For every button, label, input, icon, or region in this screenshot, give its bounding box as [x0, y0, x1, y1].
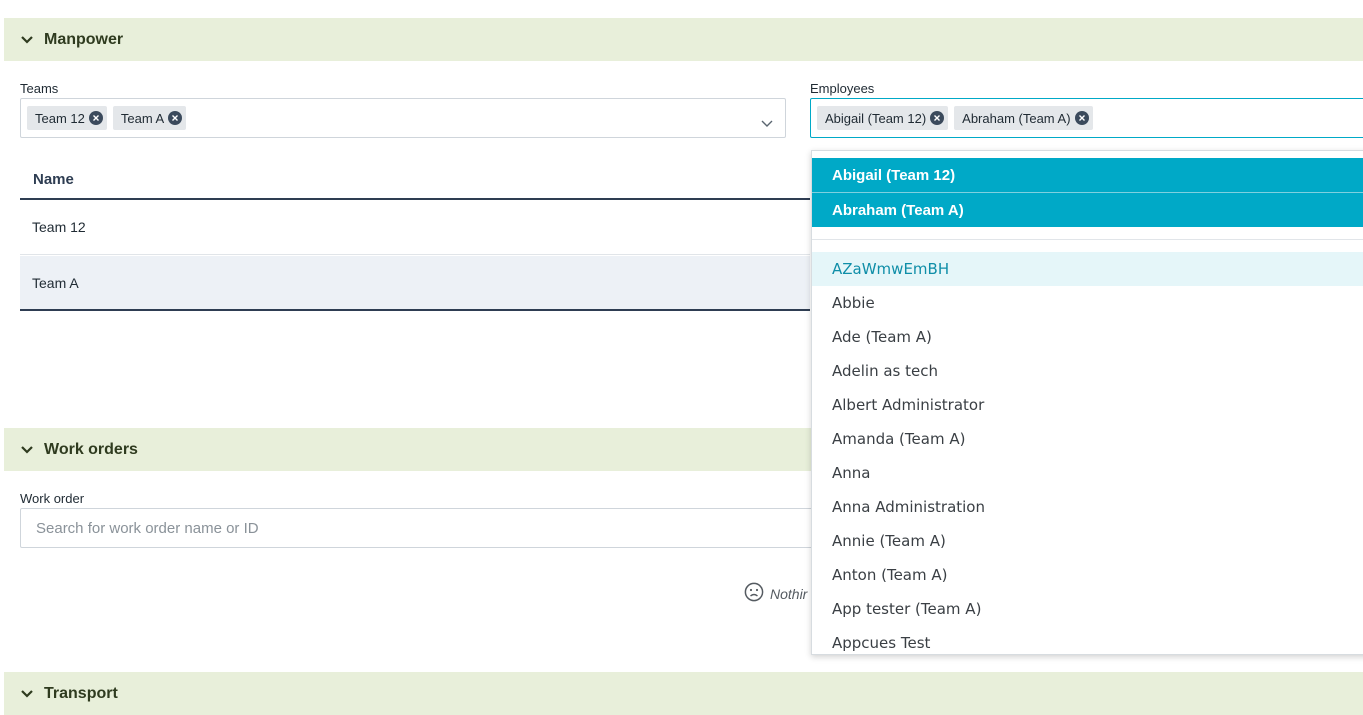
name-column-header[interactable]: Name [20, 160, 810, 200]
row-name: Team A [32, 274, 79, 291]
teams-select[interactable]: Team 12 Team A [20, 98, 786, 138]
remove-chip-icon[interactable] [88, 111, 103, 125]
dropdown-option[interactable]: AZaWmwEmBH [812, 252, 1363, 286]
dropdown-option[interactable]: Adelin as tech [812, 354, 1363, 388]
search-placeholder: Search for work order name or ID [36, 519, 259, 537]
empty-state-text: Nothir [770, 586, 808, 602]
option-label: Anna [832, 464, 871, 482]
option-label: App tester (Team A) [832, 600, 982, 618]
dropdown-option[interactable]: Amanda (Team A) [812, 422, 1363, 456]
chevron-down-icon [20, 687, 34, 701]
option-label: Anna Administration [832, 498, 985, 516]
option-label: Ade (Team A) [832, 328, 932, 346]
employees-label: Employees [810, 81, 875, 96]
section-title: Work orders [44, 440, 138, 458]
table-row[interactable]: Team A [20, 256, 810, 311]
dropdown-option[interactable]: Anna Administration [812, 490, 1363, 524]
manpower-section-header[interactable]: Manpower [4, 18, 1363, 61]
work-order-label: Work order [20, 491, 85, 506]
remove-chip-icon[interactable] [930, 111, 945, 125]
chevron-down-icon[interactable] [761, 113, 773, 132]
option-label: Amanda (Team A) [832, 430, 966, 448]
chevron-down-icon [20, 33, 34, 47]
chevron-down-icon [20, 443, 34, 457]
dropdown-selected-option[interactable]: Abigail (Team 12) [812, 158, 1363, 192]
dropdown-option[interactable]: Albert Administrator [812, 388, 1363, 422]
option-label: Anton (Team A) [832, 566, 948, 584]
row-name: Team 12 [32, 219, 86, 235]
employee-chip: Abraham (Team A) [954, 106, 1093, 130]
dropdown-option[interactable]: Abbie [812, 286, 1363, 320]
chip-label: Abigail (Team 12) [825, 110, 927, 126]
table-row[interactable]: Team 12 [20, 200, 810, 255]
dropdown-option[interactable]: Appcues Test [812, 626, 1363, 654]
chip-label: Abraham (Team A) [962, 110, 1071, 126]
chip-label: Team 12 [35, 110, 85, 126]
option-label: Abraham (Team A) [832, 201, 964, 219]
sad-face-icon [744, 582, 764, 606]
employees-select[interactable]: Abigail (Team 12) Abraham (Team A) [810, 98, 1363, 138]
employee-chip: Abigail (Team 12) [817, 106, 949, 130]
team-chip: Team A [112, 106, 187, 130]
empty-state: Nothir [744, 582, 807, 606]
remove-chip-icon[interactable] [1074, 111, 1089, 125]
transport-section-header[interactable]: Transport [4, 672, 1363, 715]
employees-dropdown[interactable]: Abigail (Team 12) Abraham (Team A) AZaWm… [811, 150, 1363, 655]
option-label: Abigail (Team 12) [832, 166, 956, 184]
option-label: Abbie [832, 294, 875, 312]
option-label: Adelin as tech [832, 362, 938, 380]
teams-label: Teams [20, 81, 59, 96]
dropdown-option[interactable]: Ade (Team A) [812, 320, 1363, 354]
divider [812, 239, 1363, 240]
dropdown-option[interactable]: Anton (Team A) [812, 558, 1363, 592]
option-label: AZaWmwEmBH [832, 260, 950, 278]
option-label: Albert Administrator [832, 396, 985, 414]
work-order-search-input[interactable]: Search for work order name or ID [20, 508, 820, 548]
dropdown-option[interactable]: Anna [812, 456, 1363, 490]
dropdown-selected-option[interactable]: Abraham (Team A) [812, 193, 1363, 227]
option-label: Appcues Test [832, 634, 931, 652]
dropdown-option[interactable]: App tester (Team A) [812, 592, 1363, 626]
section-title: Transport [44, 684, 118, 702]
remove-chip-icon[interactable] [168, 111, 183, 125]
section-title: Manpower [44, 30, 124, 48]
option-label: Annie (Team A) [832, 532, 946, 550]
dropdown-option[interactable]: Annie (Team A) [812, 524, 1363, 558]
team-chip: Team 12 [27, 106, 107, 130]
chip-label: Team A [120, 110, 165, 126]
